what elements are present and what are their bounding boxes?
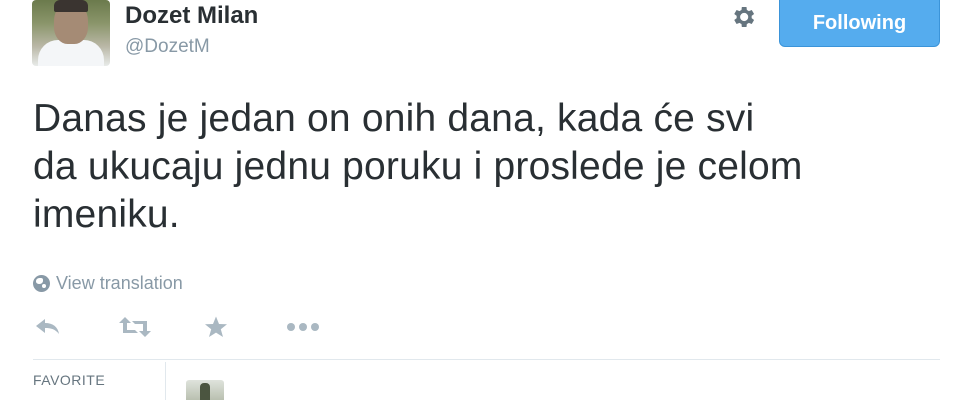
- view-translation-label: View translation: [56, 273, 183, 293]
- avatar-hair: [54, 0, 88, 12]
- retweet-icon-svg: [119, 317, 151, 337]
- globe-icon: [33, 275, 50, 292]
- more-icon[interactable]: [285, 312, 321, 342]
- favorites-stat-label[interactable]: FAVORITE: [33, 372, 105, 388]
- reply-icon-svg: [36, 319, 59, 334]
- tweet-text-line: da ukucaju jednu poruku i proslede je ce…: [33, 145, 803, 188]
- reply-icon[interactable]: [33, 312, 63, 342]
- retweet-icon[interactable]: [115, 312, 155, 342]
- favoriter-avatar[interactable]: [186, 380, 224, 400]
- more-icon-svg: [287, 323, 319, 331]
- author-name[interactable]: Dozet Milan: [125, 2, 258, 30]
- author-avatar[interactable]: [32, 0, 110, 66]
- stats-divider: [33, 359, 940, 360]
- tweet-text: Danas je jedan on onih dana, kada će svi…: [33, 95, 953, 239]
- gear-icon[interactable]: [726, 0, 760, 34]
- tweet-text-line: imeniku.: [33, 193, 180, 236]
- view-translation-link[interactable]: View translation: [33, 273, 183, 294]
- stats-vertical-divider: [165, 362, 166, 400]
- author-handle[interactable]: @DozetM: [125, 36, 210, 58]
- favorite-icon-svg: [205, 316, 227, 337]
- following-button[interactable]: Following: [779, 0, 940, 47]
- gear-icon-svg: [734, 6, 755, 28]
- tweet-text-line: Danas je jedan on onih dana, kada će svi: [33, 97, 755, 140]
- favorite-icon[interactable]: [201, 312, 231, 342]
